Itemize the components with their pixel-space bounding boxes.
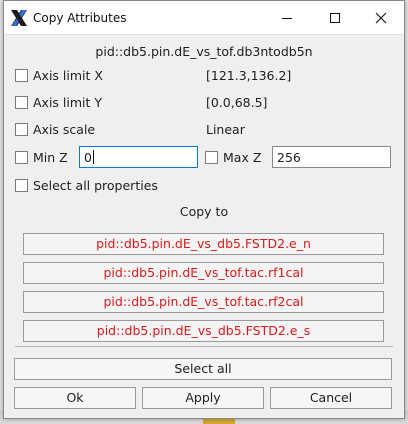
select-all-button[interactable]: Select all xyxy=(14,358,392,380)
copy-target-button[interactable]: pid::db5.pin.dE_vs_tof.tac.rf1cal xyxy=(23,262,384,284)
copy-to-heading: Copy to xyxy=(179,204,229,219)
close-button[interactable] xyxy=(358,1,404,34)
text-caret xyxy=(92,150,94,164)
min-z-label: Min Z xyxy=(33,150,68,165)
axis-limit-x-checkbox[interactable] xyxy=(15,69,28,82)
axis-scale-label: Axis scale xyxy=(33,122,96,137)
ok-button[interactable]: Ok xyxy=(14,387,136,409)
axis-limit-x-value: [121.3,136.2] xyxy=(206,68,292,83)
axis-scale-checkbox[interactable] xyxy=(15,123,28,136)
axis-limit-x-label: Axis limit X xyxy=(33,68,103,83)
max-z-value: 256 xyxy=(277,150,301,165)
source-histogram-name: pid::db5.pin.dE_vs_tof.db3ntodb5n xyxy=(95,44,313,59)
cancel-button[interactable]: Cancel xyxy=(270,387,392,409)
axis-scale-value: Linear xyxy=(206,122,245,137)
window-title: Copy Attributes xyxy=(33,11,127,25)
copy-target-button[interactable]: pid::db5.pin.dE_vs_tof.tac.rf2cal xyxy=(23,291,384,313)
x-logo-icon xyxy=(11,10,27,26)
select-all-properties-label: Select all properties xyxy=(33,178,158,193)
maximize-button[interactable] xyxy=(312,1,358,34)
close-icon xyxy=(375,12,387,23)
min-z-input[interactable]: 0 xyxy=(79,146,198,168)
separator xyxy=(15,346,393,347)
copy-target-button[interactable]: pid::db5.pin.dE_vs_db5.FSTD2.e_s xyxy=(23,320,384,342)
min-z-checkbox[interactable] xyxy=(15,151,28,164)
copy-attributes-dialog: Copy Attributes pid::db5.pin.dE_vs_tof.d… xyxy=(3,0,405,419)
max-z-input[interactable]: 256 xyxy=(272,146,391,168)
axis-limit-y-checkbox[interactable] xyxy=(15,96,28,109)
axis-limit-y-label: Axis limit Y xyxy=(33,95,103,110)
minimize-icon xyxy=(282,17,292,19)
maximize-icon xyxy=(330,12,340,23)
copy-target-button[interactable]: pid::db5.pin.dE_vs_db5.FSTD2.e_n xyxy=(23,233,384,255)
minimize-button[interactable] xyxy=(264,1,310,34)
apply-button[interactable]: Apply xyxy=(142,387,264,409)
max-z-label: Max Z xyxy=(223,150,262,165)
select-all-properties-checkbox[interactable] xyxy=(15,179,28,192)
title-bar[interactable]: Copy Attributes xyxy=(4,1,404,35)
max-z-checkbox[interactable] xyxy=(205,151,218,164)
axis-limit-y-value: [0.0,68.5] xyxy=(206,95,268,110)
min-z-value: 0 xyxy=(84,150,92,165)
